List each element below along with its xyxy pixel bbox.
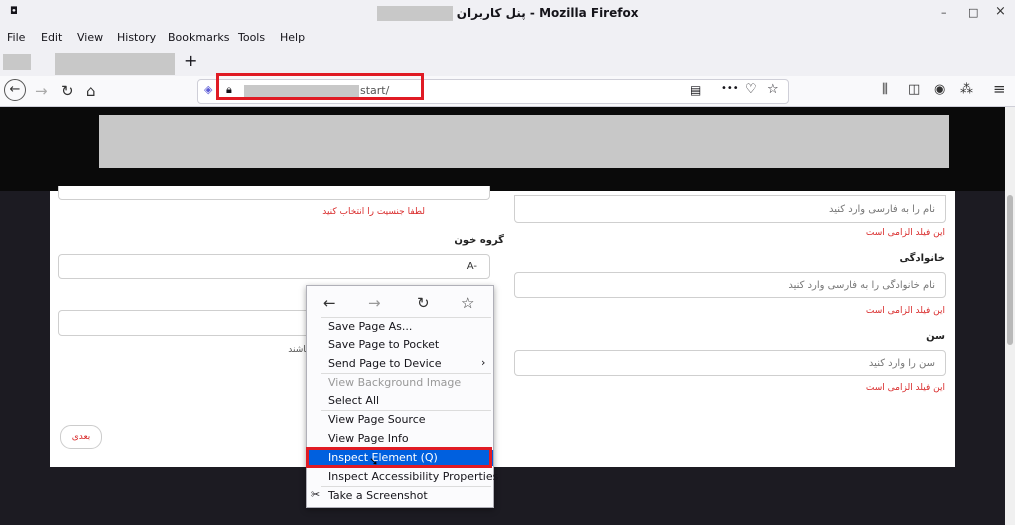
pocket-icon[interactable]: ♡ [745, 82, 757, 97]
gender-select[interactable] [58, 186, 490, 200]
close-button[interactable]: × [995, 4, 1006, 19]
ctx-back-icon[interactable]: ← [323, 294, 336, 312]
reader-view-icon[interactable]: ▤ [690, 83, 701, 97]
menu-help[interactable]: Help [280, 31, 305, 44]
family-input[interactable]: نام خانوادگی را به فارسی وارد کنید [514, 272, 946, 298]
blood-group-value: A- [466, 261, 477, 272]
shield-icon[interactable]: ◈ [204, 83, 212, 96]
forward-button[interactable]: → [35, 82, 48, 100]
ctx-view-background-image: View Background Image [328, 376, 462, 389]
ctx-save-page-as[interactable]: Save Page As... [307, 318, 493, 336]
ctx-select-all[interactable]: Select All [307, 392, 493, 410]
library-icon[interactable]: ⫼ [882, 82, 888, 97]
menu-bar: File Edit View History Bookmarks Tools H… [0, 28, 1015, 48]
back-button[interactable]: ← [4, 79, 26, 101]
window-title-text: پنل کاربران - Mozilla Firefox [456, 6, 639, 20]
minimize-button[interactable]: – [941, 6, 947, 19]
new-tab-button[interactable]: + [184, 51, 197, 70]
menu-view[interactable]: View [77, 31, 103, 44]
sidebar-icon[interactable]: ◫ [908, 82, 920, 97]
context-menu: ← → ↻ ☆ Save Page As... Save Page to Poc… [306, 285, 498, 508]
page-actions-icon[interactable]: ••• [721, 83, 739, 94]
home-button[interactable]: ⌂ [86, 82, 96, 100]
tab-active-redacted[interactable] [55, 53, 175, 75]
ctx-save-to-pocket[interactable]: Save Page to Pocket [307, 336, 493, 354]
ctx-forward-icon[interactable]: → [368, 294, 381, 312]
blood-group-label: گروه خون [454, 235, 504, 246]
family-label: خانوادگی [899, 253, 945, 264]
menu-tools[interactable]: Tools [238, 31, 265, 44]
menu-bookmarks[interactable]: Bookmarks [168, 31, 229, 44]
window-title: پنل کاربران - Mozilla Firefox [0, 6, 1015, 21]
inspect-highlight-box [306, 447, 492, 468]
ctx-view-page-info[interactable]: View Page Info [307, 430, 493, 448]
ctx-take-screenshot[interactable]: ✂ Take a Screenshot [307, 487, 493, 505]
blood-group-select[interactable]: A- [58, 254, 490, 279]
header-redacted [99, 115, 949, 168]
scrollbar-thumb[interactable] [1007, 195, 1013, 345]
ctx-send-to-device[interactable]: Send Page to Device › [307, 355, 493, 373]
mouse-cursor-icon: ➘ [369, 455, 379, 468]
nav-bar: ← → ↻ ⌂ ◈ 🔒︎ start/ ▤ ••• ♡ ☆ ⫼ ◫ ◉ ⁂ ≡ [0, 76, 1015, 107]
menu-file[interactable]: File [7, 31, 25, 44]
ctx-view-page-source[interactable]: View Page Source [307, 411, 493, 429]
family-error: این فیلد الزامی است [865, 306, 945, 316]
age-error: این فیلد الزامی است [865, 383, 945, 393]
menu-edit[interactable]: Edit [41, 31, 62, 44]
tab-favicon-redacted[interactable] [3, 54, 31, 70]
gender-error: لطفا جنسیت را انتخاب کنید [322, 207, 425, 217]
submenu-arrow-icon: › [481, 356, 486, 369]
ctx-inspect-accessibility[interactable]: Inspect Accessibility Properties [307, 468, 498, 486]
maximize-button[interactable]: □ [968, 6, 978, 19]
tab-bar: + [0, 48, 1015, 76]
hamburger-menu-icon[interactable]: ≡ [993, 80, 1006, 98]
age-input[interactable]: سن را وارد کنید [514, 350, 946, 376]
account-icon[interactable]: ◉ [934, 82, 945, 97]
menu-history[interactable]: History [117, 31, 156, 44]
reload-button[interactable]: ↻ [61, 82, 74, 100]
ctx-reload-icon[interactable]: ↻ [417, 294, 430, 312]
age-placeholder: سن را وارد کنید [868, 358, 935, 369]
age-label: سن [926, 331, 945, 342]
ctx-bookmark-icon[interactable]: ☆ [461, 294, 474, 312]
screenshot-icon: ✂ [311, 488, 321, 501]
name-placeholder: نام را به فارسی وارد کنید [829, 204, 935, 215]
name-error: این فیلد الزامی است [865, 228, 945, 238]
family-placeholder: نام خانوادگی را به فارسی وارد کنید [788, 280, 935, 291]
title-bar: ◘ پنل کاربران - Mozilla Firefox – □ × [0, 0, 1015, 28]
redacted-title-text [376, 6, 453, 21]
bookmark-star-icon[interactable]: ☆ [767, 82, 779, 97]
extension-icon[interactable]: ⁂ [960, 82, 973, 97]
next-button[interactable]: بعدی [60, 425, 102, 449]
url-highlight-box [216, 73, 424, 100]
name-input[interactable]: نام را به فارسی وارد کنید [514, 195, 946, 223]
